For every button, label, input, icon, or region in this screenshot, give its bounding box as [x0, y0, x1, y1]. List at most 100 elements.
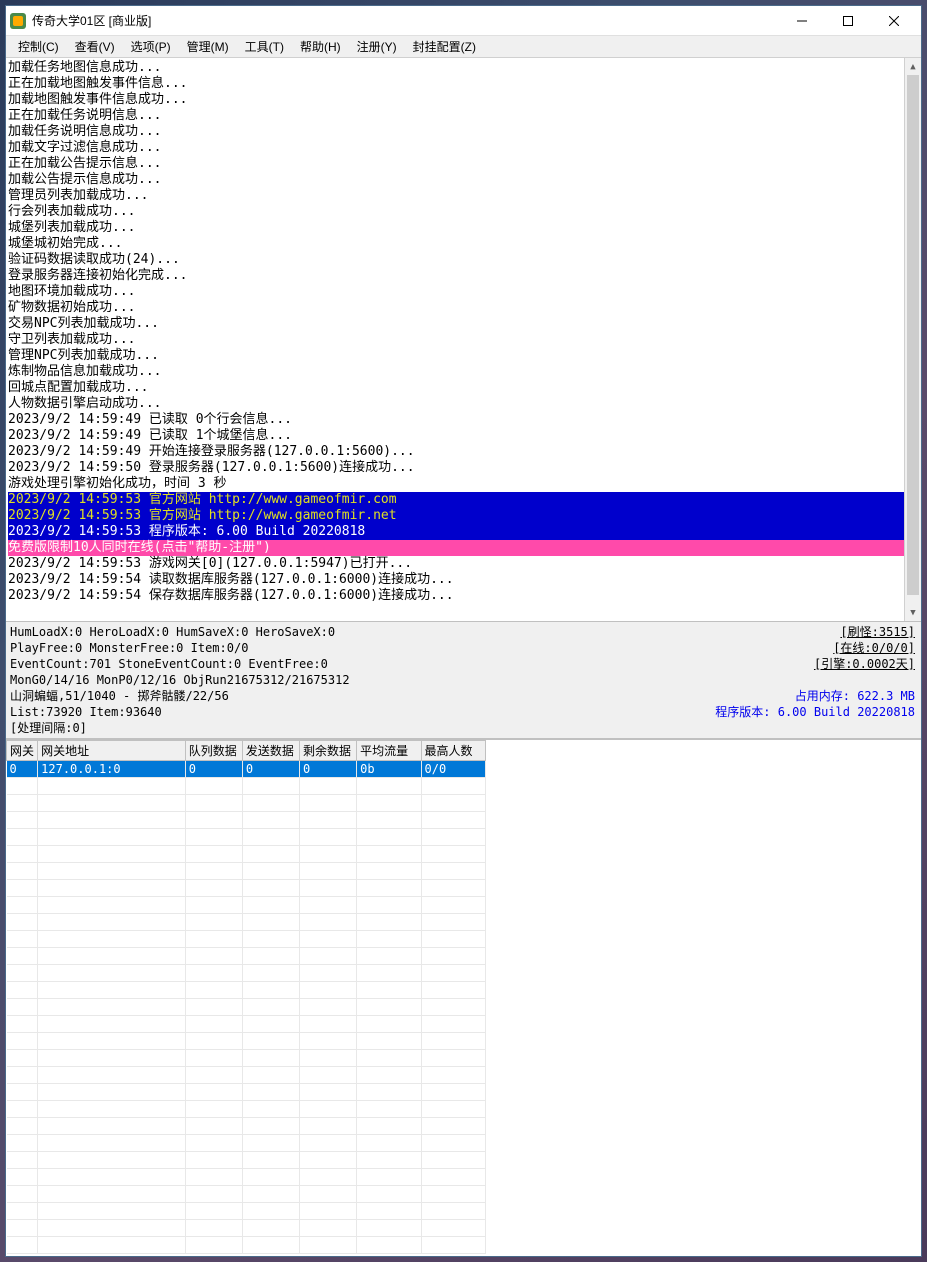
log-line: 炼制物品信息加载成功...: [8, 364, 919, 380]
table-cell: [185, 1067, 242, 1084]
table-row[interactable]: [7, 1186, 486, 1203]
scroll-down-icon[interactable]: ▼: [905, 604, 921, 621]
table-row[interactable]: [7, 1135, 486, 1152]
table-row[interactable]: 0127.0.0.1:00000b0/0: [7, 761, 486, 778]
table-header-row: 网关 网关地址 队列数据 发送数据 剩余数据 平均流量 最高人数: [7, 741, 486, 761]
table-row[interactable]: [7, 1169, 486, 1186]
table-cell: [242, 982, 299, 999]
table-cell: [7, 1152, 38, 1169]
col-remain[interactable]: 剩余数据: [299, 741, 356, 761]
menu-register[interactable]: 注册(Y): [349, 36, 405, 57]
col-address[interactable]: 网关地址: [38, 741, 186, 761]
table-cell: [421, 1033, 485, 1050]
table-row[interactable]: [7, 1118, 486, 1135]
table-row[interactable]: [7, 812, 486, 829]
table-cell: [7, 829, 38, 846]
menu-manage[interactable]: 管理(M): [179, 36, 237, 57]
log-line: 验证码数据读取成功(24)...: [8, 252, 919, 268]
menu-tools[interactable]: 工具(T): [237, 36, 292, 57]
table-cell: [38, 1067, 186, 1084]
table-cell: [185, 1084, 242, 1101]
stat-engine: [引擎:0.0002天]: [715, 656, 915, 672]
table-row[interactable]: [7, 931, 486, 948]
stats-line: [处理间隔:0]: [10, 720, 917, 736]
log-line: 2023/9/2 14:59:49 开始连接登录服务器(127.0.0.1:56…: [8, 444, 919, 460]
menu-view[interactable]: 查看(V): [67, 36, 123, 57]
menu-help[interactable]: 帮助(H): [292, 36, 349, 57]
titlebar[interactable]: 传奇大学01区 [商业版]: [6, 6, 921, 36]
table-cell: [357, 982, 421, 999]
table-row[interactable]: [7, 846, 486, 863]
table-row[interactable]: [7, 1084, 486, 1101]
table-row[interactable]: [7, 1152, 486, 1169]
table-cell: [421, 1135, 485, 1152]
table-row[interactable]: [7, 1203, 486, 1220]
table-row[interactable]: [7, 1050, 486, 1067]
table-row[interactable]: [7, 880, 486, 897]
table-row[interactable]: [7, 897, 486, 914]
table-cell: [299, 914, 356, 931]
table-cell: [357, 778, 421, 795]
table-cell: [299, 812, 356, 829]
table-cell: [38, 1203, 186, 1220]
log-line: 2023/9/2 14:59:53 游戏网关[0](127.0.0.1:5947…: [8, 556, 919, 572]
table-cell: [299, 846, 356, 863]
table-row[interactable]: [7, 948, 486, 965]
table-row[interactable]: [7, 829, 486, 846]
table-row[interactable]: [7, 795, 486, 812]
table-cell: [38, 812, 186, 829]
col-avgflow[interactable]: 平均流量: [357, 741, 421, 761]
table-row[interactable]: [7, 1016, 486, 1033]
table-cell: [299, 965, 356, 982]
table-row[interactable]: [7, 1220, 486, 1237]
table-row[interactable]: [7, 863, 486, 880]
col-maxppl[interactable]: 最高人数: [421, 741, 485, 761]
col-queue[interactable]: 队列数据: [185, 741, 242, 761]
log-line: 2023/9/2 14:59:53 官方网站 http://www.gameof…: [8, 492, 919, 508]
minimize-button[interactable]: [779, 6, 825, 36]
table-row[interactable]: [7, 1067, 486, 1084]
table-row[interactable]: [7, 1101, 486, 1118]
table-cell: [299, 1152, 356, 1169]
scroll-thumb[interactable]: [907, 75, 919, 595]
log-area[interactable]: 加载任务地图信息成功...正在加载地图触发事件信息...加载地图触发事件信息成功…: [6, 58, 921, 622]
gateway-table[interactable]: 网关 网关地址 队列数据 发送数据 剩余数据 平均流量 最高人数 0127.0.…: [6, 740, 486, 1254]
table-row[interactable]: [7, 999, 486, 1016]
table-cell: [185, 1203, 242, 1220]
menu-control[interactable]: 控制(C): [10, 36, 67, 57]
table-row[interactable]: [7, 1237, 486, 1254]
scroll-up-icon[interactable]: ▲: [905, 58, 921, 75]
table-cell: [185, 778, 242, 795]
table-cell: [357, 1220, 421, 1237]
table-cell: [357, 1050, 421, 1067]
table-cell: [185, 914, 242, 931]
table-cell: 0: [185, 761, 242, 778]
table-cell: [242, 863, 299, 880]
table-cell: 0/0: [421, 761, 485, 778]
log-line: 加载任务地图信息成功...: [8, 60, 919, 76]
table-cell: [421, 1152, 485, 1169]
table-cell: [7, 795, 38, 812]
table-cell: [242, 897, 299, 914]
scrollbar[interactable]: ▲ ▼: [904, 58, 921, 621]
table-cell: [299, 1101, 356, 1118]
col-send[interactable]: 发送数据: [242, 741, 299, 761]
table-cell: [421, 948, 485, 965]
menu-options[interactable]: 选项(P): [123, 36, 179, 57]
table-row[interactable]: [7, 982, 486, 999]
table-cell: [357, 897, 421, 914]
stat-version: 程序版本: 6.00 Build 20220818: [715, 704, 915, 720]
table-cell: [242, 914, 299, 931]
close-button[interactable]: [871, 6, 917, 36]
col-gateway[interactable]: 网关: [7, 741, 38, 761]
table-cell: [38, 1050, 186, 1067]
table-row[interactable]: [7, 1033, 486, 1050]
table-row[interactable]: [7, 778, 486, 795]
maximize-button[interactable]: [825, 6, 871, 36]
table-row[interactable]: [7, 965, 486, 982]
table-cell: [185, 931, 242, 948]
table-row[interactable]: [7, 914, 486, 931]
table-cell: [421, 897, 485, 914]
table-cell: [185, 880, 242, 897]
menu-anticheat[interactable]: 封挂配置(Z): [405, 36, 484, 57]
